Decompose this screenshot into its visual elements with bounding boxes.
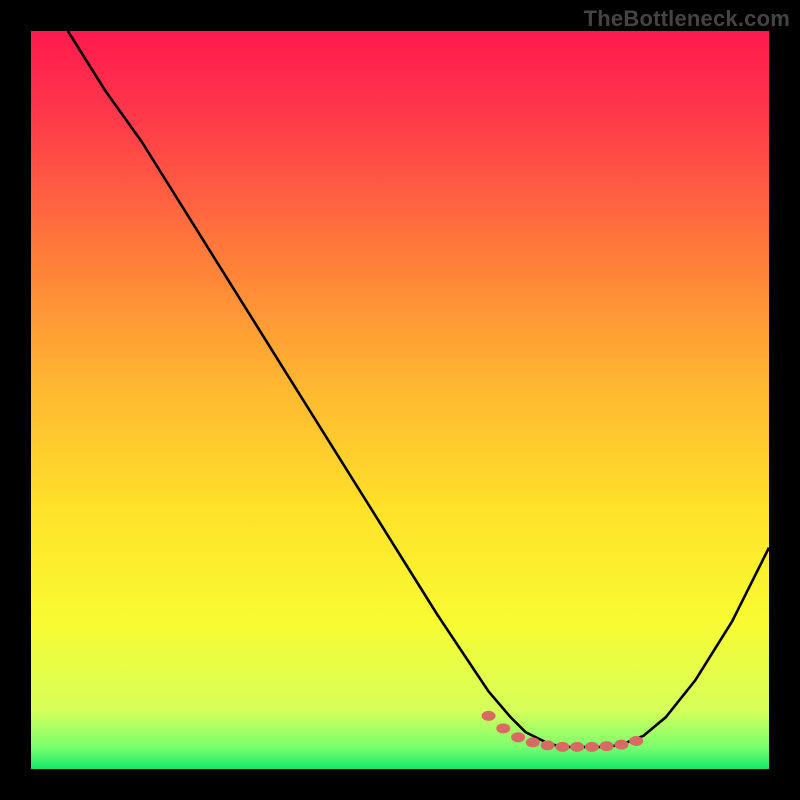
chart-frame: TheBottleneck.com [0, 0, 800, 800]
marker-dot [585, 742, 599, 752]
marker-dot [555, 742, 569, 752]
marker-dot [526, 737, 540, 747]
bottleneck-curve [68, 31, 769, 747]
marker-dot [496, 723, 510, 733]
marker-dot [614, 740, 628, 750]
marker-dot [482, 711, 496, 721]
marker-dot [570, 742, 584, 752]
marker-dot [629, 736, 643, 746]
marker-dot [600, 741, 614, 751]
watermark-text: TheBottleneck.com [584, 6, 790, 32]
plot-area [31, 31, 769, 769]
marker-dot [511, 732, 525, 742]
curve-markers [482, 711, 644, 752]
marker-dot [541, 740, 555, 750]
curve-layer [31, 31, 769, 769]
